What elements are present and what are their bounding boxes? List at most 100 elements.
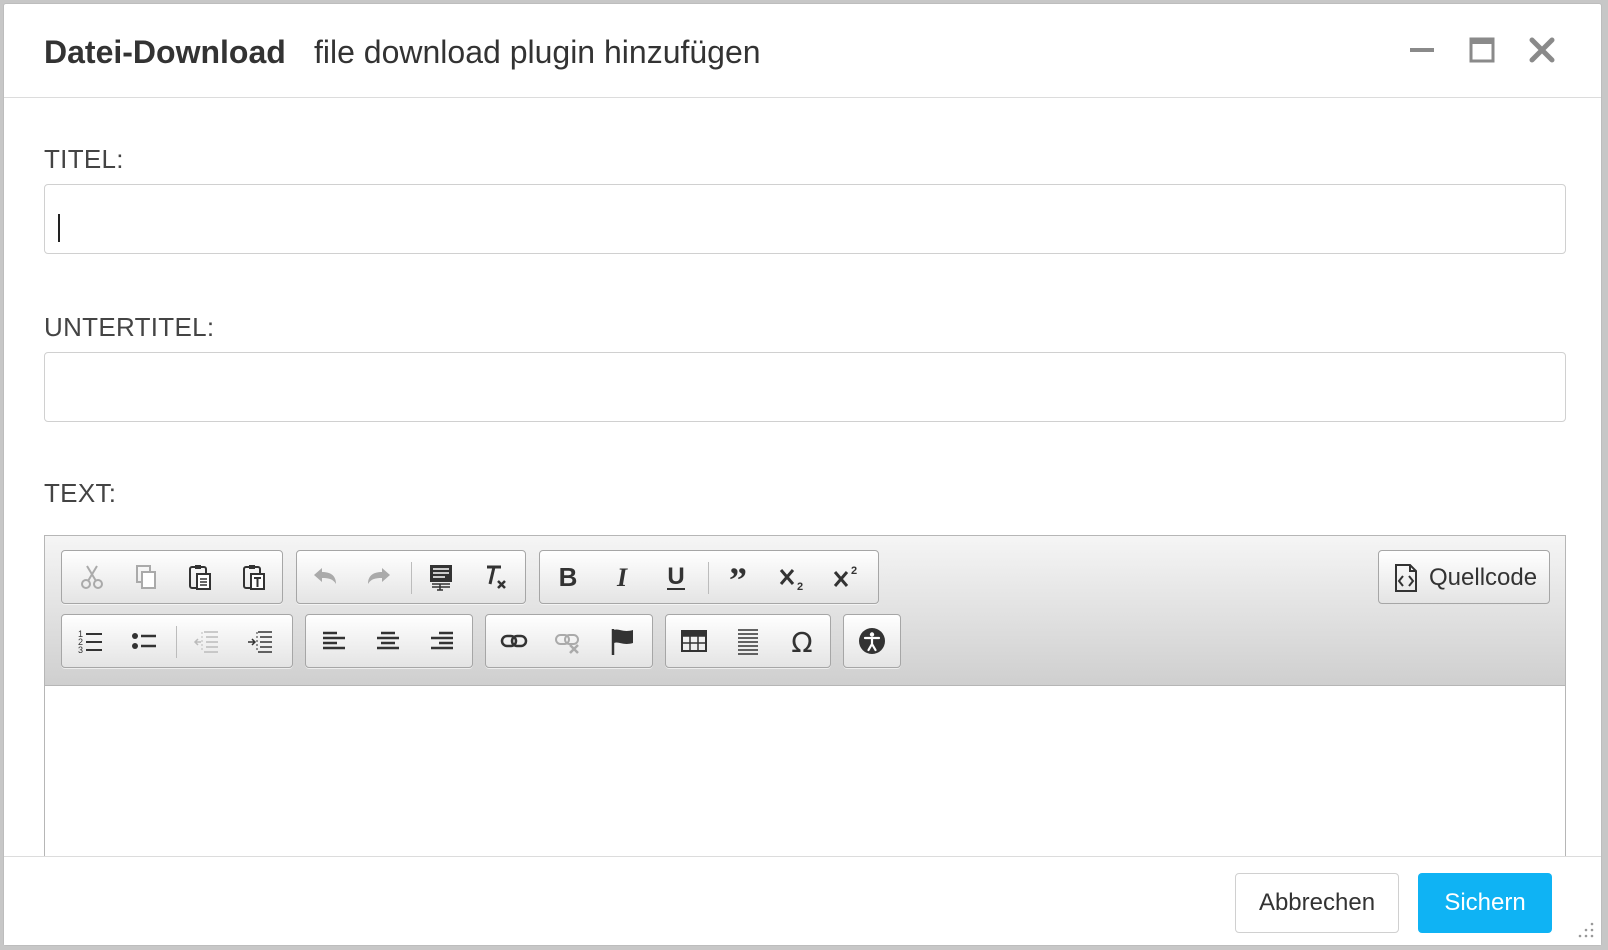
toolbar-group-align xyxy=(305,614,473,668)
redo-icon xyxy=(368,568,390,584)
align-left-icon xyxy=(323,631,345,650)
align-center-icon xyxy=(377,631,399,650)
unlink-icon xyxy=(555,634,579,654)
toolbar-group-links xyxy=(485,614,653,668)
cut-button[interactable] xyxy=(72,557,112,597)
toolbar-group-a11y xyxy=(843,614,901,668)
svg-text:U: U xyxy=(667,563,684,590)
dialog-footer: Abbrechen Sichern xyxy=(4,856,1601,945)
superscript-button[interactable]: 2 xyxy=(826,557,866,597)
numbered-list-button[interactable]: 123 xyxy=(70,621,110,661)
svg-text:2: 2 xyxy=(797,581,803,592)
titel-input[interactable] xyxy=(44,184,1566,254)
dialog-header: Datei-Download file download plugin hinz… xyxy=(4,4,1601,98)
superscript-icon: 2 xyxy=(833,565,857,587)
cut-icon xyxy=(81,565,103,589)
align-right-button[interactable] xyxy=(422,621,462,661)
titel-label: TITEL: xyxy=(44,144,124,174)
copy-button[interactable] xyxy=(126,557,166,597)
blockquote-button[interactable]: ” xyxy=(718,557,758,597)
toolbar-group-clipboard xyxy=(61,550,283,604)
svg-text:Ω: Ω xyxy=(791,626,812,656)
horizontal-rule-icon xyxy=(738,629,758,655)
undo-button[interactable] xyxy=(305,557,345,597)
italic-button[interactable]: I xyxy=(602,557,642,597)
redo-button[interactable] xyxy=(359,557,399,597)
toolbar-group-history xyxy=(296,550,526,604)
toolbar-group-lists: 123 xyxy=(61,614,293,668)
bulleted-list-button[interactable] xyxy=(124,621,164,661)
editor-toolbar: B I U ” 2 2 Quellcode 1 2 3 Ω xyxy=(45,536,1565,686)
maximize-icon xyxy=(1469,37,1495,63)
underline-button[interactable]: U xyxy=(656,557,696,597)
align-center-button[interactable] xyxy=(368,621,408,661)
svg-text:3: 3 xyxy=(78,645,83,655)
paste-button[interactable] xyxy=(180,557,220,597)
subscript-icon: 2 xyxy=(779,569,803,592)
outdent-button[interactable] xyxy=(186,621,226,661)
table-button[interactable] xyxy=(674,621,714,661)
source-button-label: Quellcode xyxy=(1429,564,1538,591)
resize-grip-icon[interactable] xyxy=(1575,919,1595,939)
bulleted-list-icon xyxy=(132,633,156,649)
source-code-icon xyxy=(1395,564,1417,592)
toolbar-separator xyxy=(176,626,177,658)
unlink-button[interactable] xyxy=(548,621,588,661)
dialog-title: Datei-Download xyxy=(44,34,286,70)
accessibility-button[interactable] xyxy=(852,621,892,661)
dialog-subtitle: file download plugin hinzufügen xyxy=(314,34,761,70)
undo-icon xyxy=(314,568,336,584)
paste-text-icon xyxy=(243,565,265,590)
underline-icon: U xyxy=(667,563,685,590)
source-button[interactable]: Quellcode xyxy=(1378,550,1550,604)
indent-button[interactable] xyxy=(240,621,280,661)
anchor-icon xyxy=(611,629,633,655)
close-icon xyxy=(1529,37,1555,63)
align-left-button[interactable] xyxy=(314,621,354,661)
cancel-button[interactable]: Abbrechen xyxy=(1235,873,1399,933)
editor-content-area[interactable] xyxy=(45,686,1565,864)
blockquote-icon: ” xyxy=(729,562,747,592)
close-button[interactable] xyxy=(1520,28,1564,72)
remove-format-icon xyxy=(487,565,506,589)
maximize-button[interactable] xyxy=(1460,28,1504,72)
minimize-icon xyxy=(1410,48,1434,52)
remove-format-button[interactable] xyxy=(475,557,515,597)
bold-icon: B xyxy=(559,562,578,592)
accessibility-icon xyxy=(859,628,885,654)
paste-icon xyxy=(189,565,211,590)
special-char-icon: Ω xyxy=(791,626,812,656)
dialog: Datei-Download file download plugin hinz… xyxy=(3,3,1602,946)
align-right-icon xyxy=(431,631,453,650)
minimize-button[interactable] xyxy=(1400,28,1444,72)
toolbar-separator xyxy=(411,562,412,594)
link-button[interactable] xyxy=(494,621,534,661)
toolbar-separator xyxy=(708,562,709,594)
outdent-icon xyxy=(193,631,218,653)
format-icon xyxy=(430,565,452,591)
copy-icon xyxy=(136,565,156,589)
horizontal-rule-button[interactable] xyxy=(728,621,768,661)
bold-button[interactable]: B xyxy=(548,557,588,597)
link-icon xyxy=(500,634,528,648)
subscript-button[interactable]: 2 xyxy=(772,557,812,597)
text-label: TEXT: xyxy=(44,478,117,508)
special-char-button[interactable]: Ω xyxy=(782,621,822,661)
numbered-list-icon: 123 xyxy=(78,629,102,655)
svg-text:2: 2 xyxy=(851,565,857,577)
italic-icon: I xyxy=(616,563,628,592)
indent-icon xyxy=(248,631,272,653)
text-caret xyxy=(58,214,60,242)
svg-text:”: ” xyxy=(729,562,747,592)
toolbar-group-basicstyles: B I U ” 2 2 xyxy=(539,550,879,604)
untertitel-label: UNTERTITEL: xyxy=(44,312,215,342)
anchor-button[interactable] xyxy=(602,621,642,661)
save-button[interactable]: Sichern xyxy=(1418,873,1552,933)
svg-text:I: I xyxy=(616,563,628,592)
paste-text-button[interactable] xyxy=(234,557,274,597)
svg-text:B: B xyxy=(559,562,578,592)
untertitel-input[interactable] xyxy=(44,352,1566,422)
table-icon xyxy=(681,630,707,652)
format-button[interactable] xyxy=(421,557,461,597)
rich-text-editor: B I U ” 2 2 Quellcode 1 2 3 Ω xyxy=(44,535,1566,865)
